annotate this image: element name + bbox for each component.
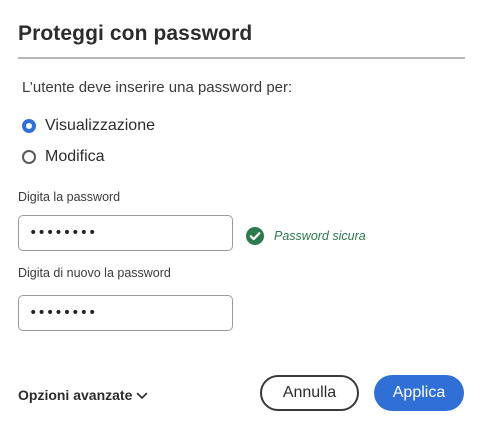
advanced-options-label: Opzioni avanzate [18, 387, 133, 403]
intro-text: L’utente deve inserire una password per: [22, 79, 293, 96]
confirm-password-input[interactable] [18, 295, 233, 331]
radio-button-unchecked[interactable] [22, 150, 36, 164]
apply-button[interactable]: Applica [374, 375, 464, 411]
password-strength-text: Password sicura [274, 229, 366, 243]
password-protect-dialog: Proteggi con password L’utente deve inse… [0, 0, 480, 432]
password-strength-indicator: Password sicura [246, 227, 366, 245]
radio-label-visualizzazione: Visualizzazione [45, 117, 155, 134]
dialog-title: Proteggi con password [18, 22, 253, 45]
radio-button-checked[interactable] [22, 119, 36, 133]
radio-option-visualizzazione[interactable]: Visualizzazione [22, 117, 155, 135]
chevron-down-icon [137, 392, 148, 399]
password-field-label: Digita la password [18, 190, 121, 204]
confirm-password-field-label: Digita di nuovo la password [18, 266, 171, 280]
title-divider [18, 57, 465, 59]
radio-label-modifica: Modifica [45, 148, 105, 165]
password-input[interactable] [18, 215, 233, 251]
cancel-button[interactable]: Annulla [260, 375, 359, 411]
check-circle-icon [246, 227, 264, 245]
advanced-options-toggle[interactable]: Opzioni avanzate [18, 387, 148, 403]
radio-option-modifica[interactable]: Modifica [22, 148, 105, 166]
